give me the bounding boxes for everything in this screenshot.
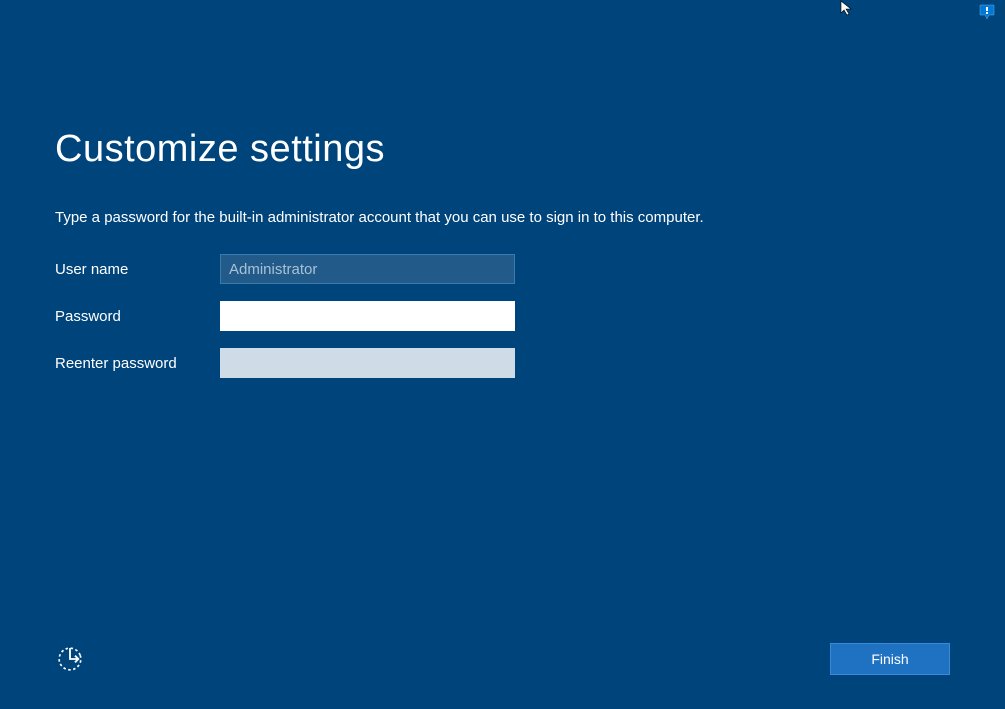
password-label: Password	[55, 308, 220, 325]
username-input	[220, 254, 515, 284]
username-row: User name	[55, 254, 950, 284]
page-title: Customize settings	[55, 128, 950, 171]
notification-icon[interactable]	[979, 4, 995, 20]
instruction-text: Type a password for the built-in adminis…	[55, 209, 950, 226]
password-row: Password	[55, 301, 950, 331]
finish-button[interactable]: Finish	[830, 643, 950, 675]
mouse-cursor-icon	[840, 0, 856, 16]
reenter-password-input[interactable]	[220, 348, 515, 378]
reenter-password-label: Reenter password	[55, 355, 220, 372]
password-input[interactable]	[220, 301, 515, 331]
reenter-password-row: Reenter password	[55, 348, 950, 378]
ease-of-access-icon[interactable]	[55, 644, 85, 674]
username-label: User name	[55, 261, 220, 278]
